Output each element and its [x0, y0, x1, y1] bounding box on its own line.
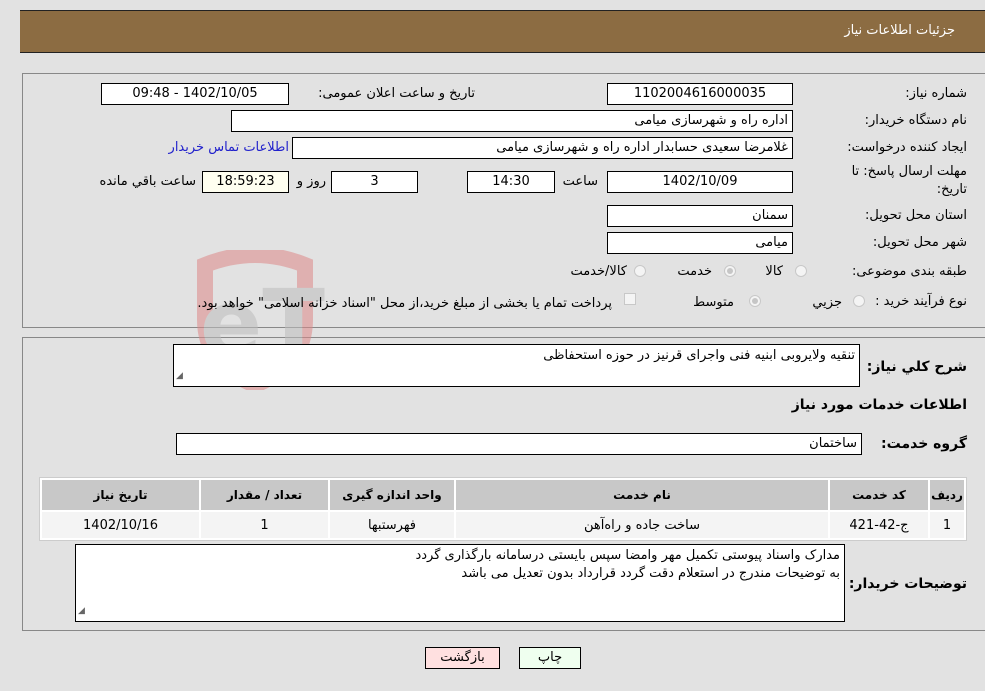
- category-service-label: خدمت: [677, 264, 712, 279]
- category-goods-label: کالا: [765, 264, 783, 279]
- buyer-notes-textarea[interactable]: مدارک واسناد پیوستی تکمیل مهر وامضا سپس …: [75, 544, 845, 622]
- process-medium-radio[interactable]: [749, 295, 761, 307]
- need-number-field[interactable]: 1102004616000035: [607, 83, 793, 105]
- time-label: ساعت: [562, 174, 598, 189]
- category-goods-service-radio[interactable]: [634, 265, 646, 277]
- col-service-name: نام خدمت: [456, 480, 828, 510]
- deadline-time-field[interactable]: 14:30: [467, 171, 555, 193]
- buyer-org-label: نام دستگاه خریدار:: [864, 113, 967, 128]
- city-label: شهر محل تحویل:: [872, 235, 967, 250]
- buyer-notes-line-1: مدارک واسناد پیوستی تکمیل مهر وامضا سپس …: [415, 548, 840, 563]
- process-minor-radio[interactable]: [853, 295, 865, 307]
- category-service-radio[interactable]: [724, 265, 736, 277]
- page-title: جزئیات اطلاعات نیاز: [844, 23, 955, 38]
- treasury-note: پرداخت تمام یا بخشی از مبلغ خرید،از محل …: [197, 296, 612, 311]
- services-heading: اطلاعات خدمات مورد نیاز: [791, 397, 967, 413]
- cell-row-number: 1: [930, 512, 964, 538]
- days-remaining-field[interactable]: 3: [331, 171, 418, 193]
- province-field[interactable]: سمنان: [607, 205, 793, 227]
- col-unit: واحد اندازه گیری: [330, 480, 454, 510]
- services-table: ردیف کد خدمت نام خدمت واحد اندازه گیری ت…: [39, 477, 967, 541]
- cell-unit: فهرستبها: [330, 512, 454, 538]
- remaining-time-field[interactable]: 18:59:23: [202, 171, 289, 193]
- city-field[interactable]: میامی: [607, 232, 793, 254]
- treasury-checkbox[interactable]: [624, 293, 636, 305]
- category-goods-service-label: کالا/خدمت: [570, 264, 627, 279]
- process-minor-label: جزيي: [812, 295, 842, 310]
- announce-datetime-field[interactable]: 1402/10/05 - 09:48: [101, 83, 289, 105]
- table-header-row: ردیف کد خدمت نام خدمت واحد اندازه گیری ت…: [42, 480, 964, 510]
- cell-need-date: 1402/10/16: [42, 512, 199, 538]
- summary-text: تنقیه ولایروبی ابنیه فنی واجرای قرنیز در…: [543, 348, 855, 363]
- col-service-code: کد خدمت: [830, 480, 928, 510]
- col-quantity: تعداد / مقدار: [201, 480, 328, 510]
- back-button[interactable]: بازگشت: [425, 647, 500, 669]
- buyer-contact-link[interactable]: اطلاعات تماس خریدار: [169, 140, 289, 155]
- resize-grip-icon[interactable]: ◢: [176, 367, 183, 385]
- creator-field[interactable]: غلامرضا سعیدی حسابدار اداره راه و شهرساز…: [292, 137, 793, 159]
- summary-label: شرح کلي نیاز:: [866, 359, 967, 375]
- announce-label: تاریخ و ساعت اعلان عمومی:: [318, 86, 475, 101]
- buyer-org-field[interactable]: اداره راه و شهرسازی میامی: [231, 110, 793, 132]
- buyer-notes-line-2: به توضیحات مندرج در استعلام دقت گردد قرا…: [461, 566, 840, 581]
- cell-service-code: ج-42-421: [830, 512, 928, 538]
- process-medium-label: متوسط: [693, 295, 734, 310]
- cell-service-name: ساخت جاده و راه‌آهن: [456, 512, 828, 538]
- col-need-date: تاریخ نیاز: [42, 480, 199, 510]
- page-header: جزئیات اطلاعات نیاز: [20, 10, 985, 53]
- creator-label: ایجاد کننده درخواست:: [847, 140, 967, 155]
- deadline-label-2: تاریخ:: [936, 182, 967, 197]
- remaining-time-label: ساعت باقي مانده: [99, 174, 196, 189]
- summary-textarea[interactable]: تنقیه ولایروبی ابنیه فنی واجرای قرنیز در…: [173, 344, 860, 387]
- service-group-label: گروه خدمت:: [881, 436, 967, 452]
- category-label: طبقه بندی موضوعی:: [851, 264, 967, 279]
- resize-grip-icon[interactable]: ◢: [78, 602, 85, 620]
- province-label: استان محل تحویل:: [865, 208, 967, 223]
- col-row-number: ردیف: [930, 480, 964, 510]
- deadline-label-1: مهلت ارسال پاسخ: تا: [851, 164, 967, 179]
- category-goods-radio[interactable]: [795, 265, 807, 277]
- deadline-date-field[interactable]: 1402/10/09: [607, 171, 793, 193]
- print-button[interactable]: چاپ: [519, 647, 581, 669]
- days-label: روز و: [296, 174, 326, 189]
- need-number-label: شماره نیاز:: [905, 86, 967, 101]
- service-group-field[interactable]: ساختمان: [176, 433, 862, 455]
- cell-quantity: 1: [201, 512, 328, 538]
- table-row: 1 ج-42-421 ساخت جاده و راه‌آهن فهرستبها …: [42, 512, 964, 538]
- buyer-notes-label: توضیحات خریدار:: [848, 576, 967, 592]
- process-label: نوع فرآیند خرید :: [875, 294, 967, 309]
